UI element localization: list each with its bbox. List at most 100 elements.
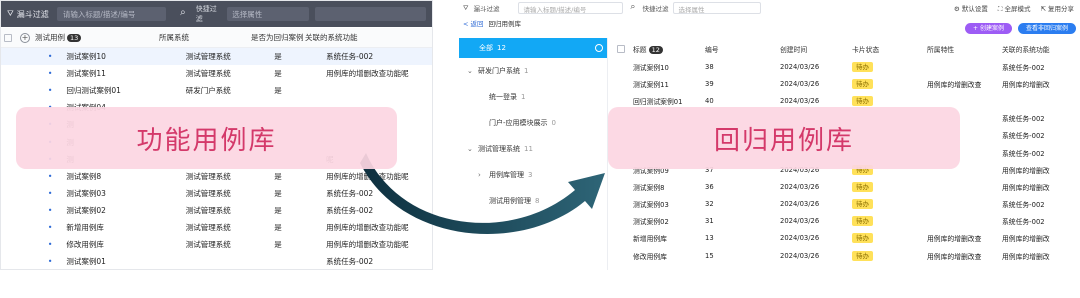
case-title[interactable]: 回归测试案例01 [633,96,705,106]
add-icon[interactable]: + [20,32,30,43]
col-regression[interactable]: 是否为回归案例 [251,32,305,43]
attribute-select[interactable]: 选择属性 [227,7,309,21]
table-row[interactable]: 测试案例11 39 2024/03/26 待办 用例库的增删改查 用例库的增删改 [609,75,1080,92]
case-system: 测试管理系统 [185,222,231,232]
back-link[interactable]: < 返回 [463,18,484,28]
table-row[interactable]: • 测试案例11 测试管理系统 是 用例库的增删改查功能呢 [1,65,432,82]
col-test-case[interactable]: 测试用例 13 [35,32,159,43]
funnel-filter[interactable]: ⛛ 漏斗过滤 [7,9,51,20]
tree-item[interactable]: 统一登录 1 [459,84,607,110]
state-pill[interactable]: 待办 [852,250,873,261]
tree-item[interactable]: 门户-应用模块展示 0 [459,110,607,136]
search-icon[interactable]: ⌕ [630,2,635,12]
case-name[interactable]: 测试案例03 [66,188,185,199]
table-row[interactable]: • 回归测试案例01 研发门户系统 是 [1,82,432,99]
table-row[interactable]: 测试案例10 38 2024/03/26 待办 系统任务-002 [609,58,1080,75]
left-search-input[interactable]: 请输入标题/描述/编号 ⌕ [56,7,186,21]
share-button[interactable]: ⇱ 复用分享 [1040,3,1074,14]
right-search-placeholder: 请输入标题/描述/编号 [523,6,587,14]
col-state[interactable]: 卡片状态 [852,44,927,54]
case-created: 2024/03/26 [780,234,820,243]
case-name[interactable]: 新增用例库 [66,222,185,233]
state-pill[interactable]: 待办 [852,78,873,89]
col-number[interactable]: 编号 [705,44,780,54]
col-function[interactable]: 关联的系统功能 [305,32,415,43]
case-title[interactable]: 测试案例11 [633,79,705,89]
case-system: 测试管理系统 [185,205,231,215]
case-name[interactable]: 测试案例8 [66,171,185,182]
case-number: 40 [705,96,714,105]
case-state: 待办 [852,61,927,72]
case-created: 2024/03/26 [780,217,820,226]
view-non-regression-button[interactable]: 查看非回归案例 [1017,23,1076,34]
case-name[interactable]: 测试案例11 [66,68,185,79]
col-attribute[interactable]: 所属特性 [927,44,1002,54]
case-title[interactable]: 测试案例8 [633,182,705,192]
table-row[interactable]: 新增用例库 13 2024/03/26 待办 用例库的增删改查 用例库的增删改 [609,230,1080,247]
case-name[interactable]: 回归测试案例01 [66,85,185,96]
col-function[interactable]: 关联的系统功能 [1002,44,1072,54]
case-name[interactable]: 测试案例10 [66,51,185,62]
bullet-icon: • [47,69,53,79]
case-state: 待办 [852,250,927,261]
case-title[interactable]: 测试案例03 [633,199,705,209]
state-pill[interactable]: 待办 [852,216,873,227]
default-settings-label: 默认设置 [961,4,988,13]
fullscreen-button[interactable]: ⛶ 全屏模式 [998,3,1031,14]
col-title[interactable]: 标题 12 [633,44,705,54]
table-row[interactable]: 测试案例02 31 2024/03/26 待办 系统任务-002 [609,213,1080,230]
case-title[interactable]: 新增用例库 [633,233,705,243]
table-row[interactable]: 修改用例库 15 2024/03/26 待办 用例库的增删改查 用例库的增删改 [609,247,1080,264]
table-row[interactable]: 测试案例8 36 2024/03/26 待办 用例库的增删改 [609,178,1080,195]
tree-item-label: 研发门户系统 [478,67,520,75]
state-pill[interactable]: 待办 [852,61,873,72]
case-title[interactable]: 测试案例02 [633,216,705,226]
select-all-checkbox[interactable] [4,33,12,42]
state-pill[interactable]: 待办 [852,199,873,210]
bullet-icon: • [47,171,53,181]
state-pill[interactable]: 待办 [852,181,873,192]
case-title[interactable]: 测试案例10 [633,62,705,72]
search-icon[interactable]: ⌕ [180,7,186,18]
select-all-checkbox[interactable] [617,45,625,53]
table-row[interactable]: 测试案例03 32 2024/03/26 待办 系统任务-002 [609,196,1080,213]
case-function: 系统任务-002 [1002,63,1045,72]
state-pill[interactable]: 待办 [852,233,873,244]
table-row[interactable]: • 测试案例01 系统任务-002 [1,253,432,269]
right-search-input[interactable]: 请输入标题/描述/编号 ⌕ [518,2,635,14]
funnel-icon: ⛛ [7,9,14,18]
case-created: 2024/03/26 [780,62,820,71]
case-number: 31 [705,217,714,226]
case-attribute: 用例库的增删改查 [927,235,982,244]
extra-filter-field[interactable] [314,7,426,21]
case-state: 待办 [852,233,927,244]
chevron-icon[interactable]: ⌄ [467,67,478,75]
case-system: 测试管理系统 [185,240,231,250]
case-name[interactable]: 修改用例库 [66,239,185,250]
create-case-button[interactable]: + 创建案例 [965,23,1012,34]
case-system: 测试管理系统 [185,171,231,181]
tree-item-count: 1 [521,93,526,101]
case-title[interactable]: 修改用例库 [633,251,705,261]
case-function: 系统任务-002 [1002,218,1045,227]
action-buttons: + 创建案例 查看非回归案例 [965,23,1076,34]
default-settings-button[interactable]: ⚙ 默认设置 [954,3,988,14]
left-search-placeholder: 请输入标题/描述/编号 [62,10,136,19]
attribute-select[interactable]: 选择属性 [673,2,762,14]
funnel-filter-label[interactable]: 漏斗过滤 [473,3,499,13]
tree-item-label: 统一登录 [489,93,517,101]
case-regression: 是 [274,86,282,96]
state-pill[interactable]: 待办 [852,95,873,106]
tree-item[interactable]: 全部 12 [459,38,607,58]
case-name[interactable]: 测试案例02 [66,205,185,216]
screenshot-root: ⛛ 漏斗过滤 请输入标题/描述/编号 ⌕ 快捷过滤 选择属性 + 测试用例 13 … [0,0,1080,298]
bullet-icon: • [47,257,53,267]
settings-icon[interactable] [595,44,603,52]
col-title-label: 标题 [633,46,647,54]
col-created[interactable]: 创建时间 [780,44,852,54]
table-row[interactable]: • 测试案例10 测试管理系统 是 系统任务-002 [1,48,432,66]
case-name[interactable]: 测试案例01 [66,256,185,267]
tree-item[interactable]: ⌄ 研发门户系统 1 [459,58,607,84]
col-system[interactable]: 所属系统 [159,32,251,43]
case-count-badge: 13 [67,34,82,42]
